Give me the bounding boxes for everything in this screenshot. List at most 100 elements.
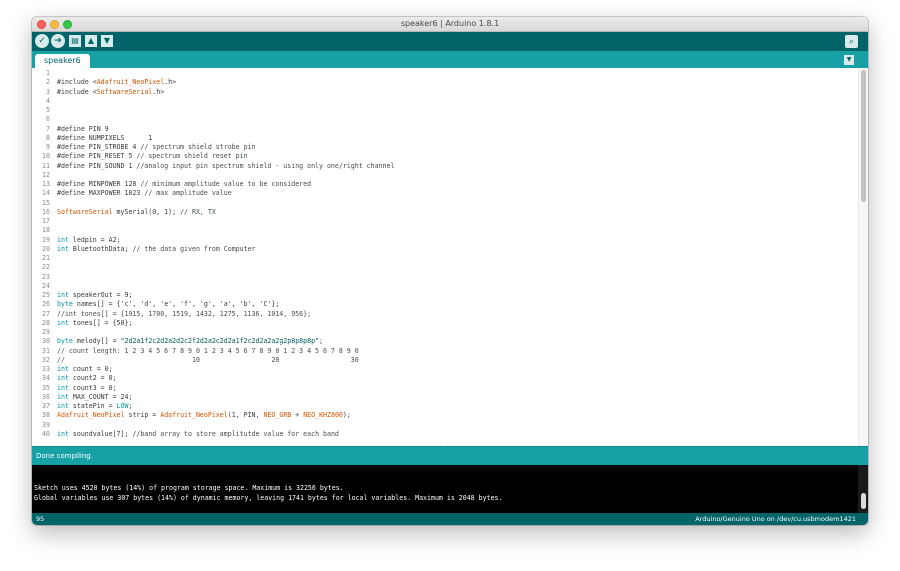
code-token: statePin = bbox=[68, 402, 117, 410]
code-token: #include < bbox=[57, 87, 97, 96]
code-line: 29 bbox=[32, 328, 858, 337]
status-message: Done compiling. bbox=[36, 452, 93, 460]
title-bar: speaker6 | Arduino 1.8.1 bbox=[32, 17, 868, 32]
code-editor[interactable]: 1 2 #include <Adafruit_NeoPixel.h> 3 #includ… bbox=[32, 68, 868, 446]
code-text: int count = 0; bbox=[57, 365, 113, 374]
code-token: BluetoothData; bbox=[68, 244, 133, 253]
editor-scrollbar-thumb[interactable] bbox=[861, 70, 866, 202]
code-token: Adafruit_NeoPixel bbox=[57, 411, 125, 420]
code-text: int tones[] = {50}; bbox=[57, 319, 132, 328]
code-line: 13 #define MINPOWER 128 // minimum amplit… bbox=[32, 180, 858, 189]
code-token: Adafruit_NeoPixel bbox=[96, 78, 165, 87]
window-title: speaker6 | Arduino 1.8.1 bbox=[400, 19, 500, 28]
line-number: 21 bbox=[42, 254, 50, 262]
code-token: int bbox=[57, 318, 69, 327]
line-number: 7 bbox=[46, 124, 50, 133]
code-line: 3 #include <SoftwareSerial.h> bbox=[32, 88, 858, 97]
code-line: 25 int speakerOut = 9; bbox=[32, 291, 858, 300]
line-number: 1 bbox=[46, 69, 50, 77]
tab-menu-button[interactable]: ▼ bbox=[844, 55, 854, 65]
code-text: //int tones[] = {1915, 1700, 1519, 1432,… bbox=[57, 310, 311, 319]
code-token: // count length: 1 2 3 4 5 6 7 8 9 0 1 2… bbox=[57, 346, 359, 355]
code-text: int statePin = LOW; bbox=[57, 402, 132, 411]
code-text: #include <Adafruit_NeoPixel.h> bbox=[57, 78, 176, 87]
code-text: byte melody[] = "2d2a1f2c2d2a2d2c2f2d2a2… bbox=[57, 337, 323, 346]
code-line: 40 int soundvalue[7]; //band array to sto… bbox=[32, 430, 858, 439]
splitter-grip-icon[interactable]: ⋅⋅ bbox=[447, 441, 453, 446]
line-number: 4 bbox=[46, 96, 50, 105]
code-line: 33 int count = 0; bbox=[32, 365, 858, 374]
code-token: int bbox=[57, 244, 69, 253]
code-line: 35 int count3 = 0; bbox=[32, 384, 858, 393]
line-number: 22 bbox=[42, 263, 50, 272]
code-token: mySerial(0, 1); bbox=[112, 207, 181, 216]
code-token: // spectrum shield reset pin bbox=[136, 152, 248, 161]
code-text: Adafruit_NeoPixel strip = Adafruit_NeoPi… bbox=[57, 411, 351, 420]
console-line: Sketch uses 4520 bytes (14%) of program … bbox=[34, 484, 344, 492]
line-number: 40 bbox=[42, 429, 50, 438]
line-number: 36 bbox=[42, 392, 50, 401]
code-line: 26 byte names[] = {'c', 'd', 'e', 'f', 'g… bbox=[32, 300, 858, 309]
code-token: int bbox=[57, 291, 69, 299]
console-scrollbar[interactable] bbox=[858, 465, 868, 513]
console-scrollbar-thumb[interactable] bbox=[861, 493, 866, 509]
line-number: 18 bbox=[42, 226, 50, 235]
code-text: // count length: 1 2 3 4 5 6 7 8 9 0 1 2… bbox=[57, 347, 359, 356]
code-token: byte bbox=[57, 300, 73, 309]
arrow-down-icon: ▼ bbox=[103, 36, 111, 45]
line-number: 38 bbox=[42, 411, 50, 420]
code-text: #define PIN_SOUND 1 //analog input pin s… bbox=[57, 162, 394, 171]
code-line: 37 int statePin = LOW; bbox=[32, 402, 858, 411]
line-number: 13 bbox=[42, 180, 50, 188]
save-sketch-button[interactable]: ▼ bbox=[101, 35, 113, 47]
code-line: 4 bbox=[32, 97, 858, 106]
code-token: melody[] = bbox=[72, 337, 121, 346]
code-token: #define PIN 9 bbox=[57, 124, 109, 133]
code-line: 32 // 10 20 30 bbox=[32, 356, 858, 365]
line-number: 39 bbox=[42, 420, 50, 429]
code-token: ); bbox=[342, 411, 351, 420]
line-number: 27 bbox=[42, 309, 50, 318]
code-line: 16 SoftwareSerial mySerial(0, 1); // RX, … bbox=[32, 208, 858, 217]
code-token: + bbox=[291, 411, 304, 420]
code-token: NEO_GRB bbox=[263, 411, 292, 420]
code-lines: 1 2 #include <Adafruit_NeoPixel.h> 3 #includ… bbox=[32, 69, 858, 439]
code-token: #define MAXPOWER 1023 bbox=[57, 189, 145, 198]
new-sketch-button[interactable]: ▤ bbox=[69, 35, 81, 47]
code-token: int bbox=[57, 392, 69, 401]
code-token: names[] = {'c', 'd', 'e', 'f', 'g', 'a',… bbox=[72, 300, 280, 309]
code-text: #define NUMPIXELS 1 bbox=[57, 134, 152, 143]
code-line: 17 bbox=[32, 217, 858, 226]
line-number: 37 bbox=[42, 402, 50, 410]
code-line: 14 #define MAXPOWER 1023 // max amplitude… bbox=[32, 189, 858, 198]
code-line: 9 #define PIN_STROBE 4 // spectrum shield… bbox=[32, 143, 858, 152]
code-token: #define PIN_SOUND 1 bbox=[57, 161, 137, 170]
line-number: 28 bbox=[42, 318, 50, 327]
editor-scrollbar[interactable] bbox=[858, 68, 868, 446]
code-line: 34 int count2 = 0; bbox=[32, 374, 858, 383]
code-token: #define PIN_STROBE 4 bbox=[57, 143, 141, 151]
code-line: 10 #define PIN_RESET 5 // spectrum shield… bbox=[32, 152, 858, 161]
code-line: 18 bbox=[32, 226, 858, 235]
code-text: byte names[] = {'c', 'd', 'e', 'f', 'g',… bbox=[57, 300, 279, 309]
code-token: SoftwareSerial bbox=[96, 87, 153, 96]
code-line: 30 byte melody[] = "2d2a1f2c2d2a2d2c2f2d2… bbox=[32, 337, 858, 346]
upload-button[interactable]: ➔ bbox=[51, 34, 65, 48]
code-token: // the data given from Computer bbox=[132, 244, 256, 253]
line-number: 9 bbox=[46, 143, 50, 151]
code-text: #define MAXPOWER 1023 // max amplitude v… bbox=[57, 189, 232, 198]
line-number: 11 bbox=[42, 161, 50, 170]
code-line: 20 int BluetoothData; // the data given f… bbox=[32, 245, 858, 254]
serial-monitor-button[interactable]: ⌕ bbox=[845, 35, 858, 48]
open-sketch-button[interactable]: ▲ bbox=[85, 35, 97, 47]
line-number: 5 bbox=[46, 106, 50, 114]
code-token: soundvalue[7]; bbox=[68, 429, 133, 438]
verify-button[interactable]: ✓ bbox=[35, 34, 49, 48]
code-line: 2 #include <Adafruit_NeoPixel.h> bbox=[32, 78, 858, 87]
line-number: 31 bbox=[42, 346, 50, 355]
code-text: #define PIN_RESET 5 // spectrum shield r… bbox=[57, 152, 248, 161]
line-number: 33 bbox=[42, 365, 50, 373]
code-token: //band array to store amplitutde value f… bbox=[132, 429, 339, 438]
tab-speaker6[interactable]: speaker6 bbox=[35, 54, 90, 68]
line-number: 23 bbox=[42, 272, 50, 281]
